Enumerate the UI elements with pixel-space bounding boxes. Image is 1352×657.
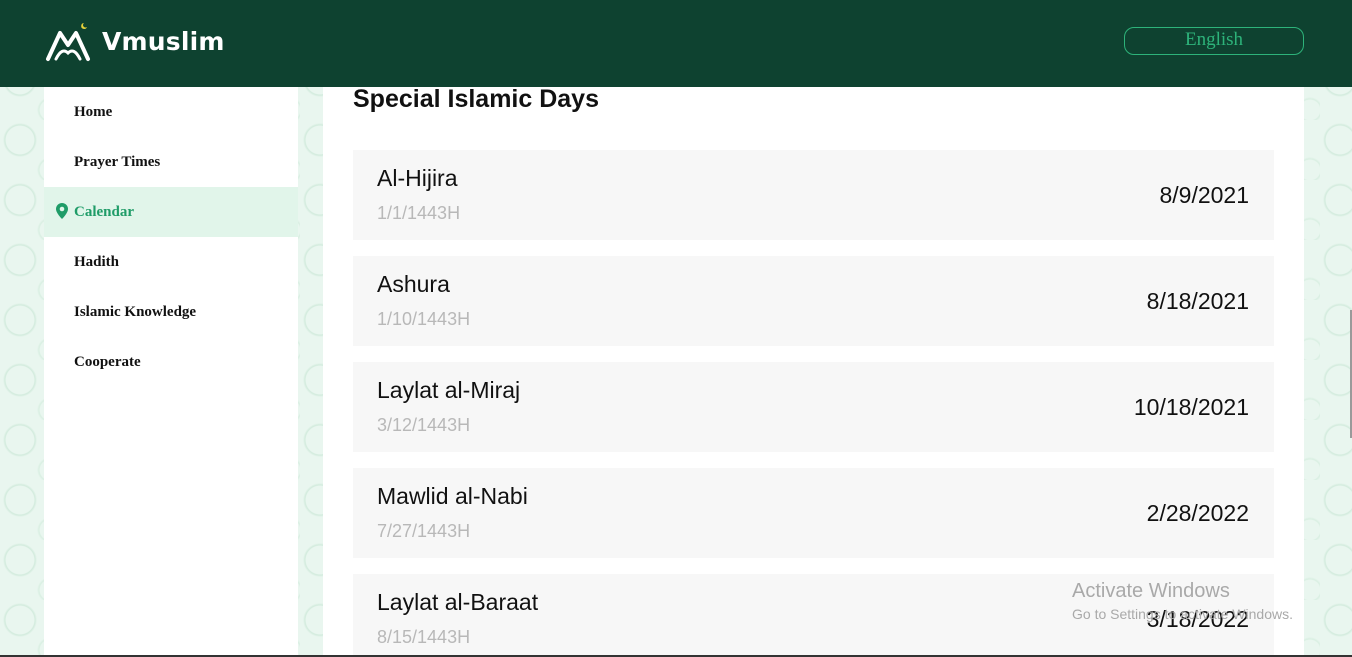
sidebar-item-label: Prayer Times (74, 153, 161, 170)
hijri-date: 1/10/1443H (377, 309, 471, 329)
gregorian-date: 3/18/2022 (1146, 606, 1249, 632)
sidebar-item-prayer-times[interactable]: Prayer Times (44, 137, 298, 187)
list-item[interactable]: Mawlid al-Nabi 7/27/1443H 2/28/2022 (353, 468, 1274, 558)
day-name: Ashura (377, 271, 450, 297)
hijri-date: 1/1/1443H (377, 203, 461, 223)
gregorian-date: 10/18/2021 (1133, 394, 1249, 420)
day-name: Laylat al-Baraat (377, 589, 539, 615)
special-days-list: Al-Hijira 1/1/1443H 8/9/2021 Ashura 1/10… (353, 150, 1274, 657)
hijri-date: 8/15/1443H (377, 627, 471, 647)
list-item[interactable]: Laylat al-Miraj 3/12/1443H 10/18/2021 (353, 362, 1274, 452)
gregorian-date: 8/9/2021 (1159, 182, 1249, 208)
sidebar-item-label: Home (74, 103, 113, 120)
page-title: Special Islamic Days (353, 87, 599, 113)
list-item[interactable]: Ashura 1/10/1443H 8/18/2021 (353, 256, 1274, 346)
sidebar-item-label: Cooperate (74, 353, 141, 370)
location-pin-icon (56, 203, 68, 224)
gregorian-date: 8/18/2021 (1146, 288, 1249, 314)
sidebar-item-label: Islamic Knowledge (74, 303, 197, 320)
sidebar-nav: Home Prayer Times Calendar Hadith Islami… (44, 87, 298, 657)
list-item[interactable]: Al-Hijira 1/1/1443H 8/9/2021 (353, 150, 1274, 240)
top-header: Vmuslim English (0, 0, 1352, 87)
sidebar-item-home[interactable]: Home (44, 87, 298, 137)
day-name: Al-Hijira (377, 165, 458, 191)
list-item[interactable]: Laylat al-Baraat 8/15/1443H 3/18/2022 (353, 574, 1274, 657)
sidebar-item-hadith[interactable]: Hadith (44, 237, 298, 287)
brand-name: Vmuslim (102, 26, 225, 56)
hijri-date: 3/12/1443H (377, 415, 471, 435)
sidebar-item-cooperate[interactable]: Cooperate (44, 337, 298, 387)
gregorian-date: 2/28/2022 (1146, 500, 1249, 526)
hijri-date: 7/27/1443H (377, 521, 471, 541)
sidebar-item-islamic-knowledge[interactable]: Islamic Knowledge (44, 287, 298, 337)
day-name: Mawlid al-Nabi (377, 483, 528, 509)
brand-logo[interactable]: Vmuslim (44, 18, 225, 64)
language-button[interactable]: English (1124, 27, 1304, 55)
mosque-logo-icon (46, 23, 90, 61)
day-name: Laylat al-Miraj (377, 377, 521, 403)
sidebar-item-label: Calendar (74, 203, 134, 220)
sidebar-item-calendar[interactable]: Calendar (44, 187, 298, 237)
main-content: Special Islamic Days Al-Hijira 1/1/1443H… (323, 87, 1304, 657)
sidebar-item-label: Hadith (74, 253, 120, 270)
